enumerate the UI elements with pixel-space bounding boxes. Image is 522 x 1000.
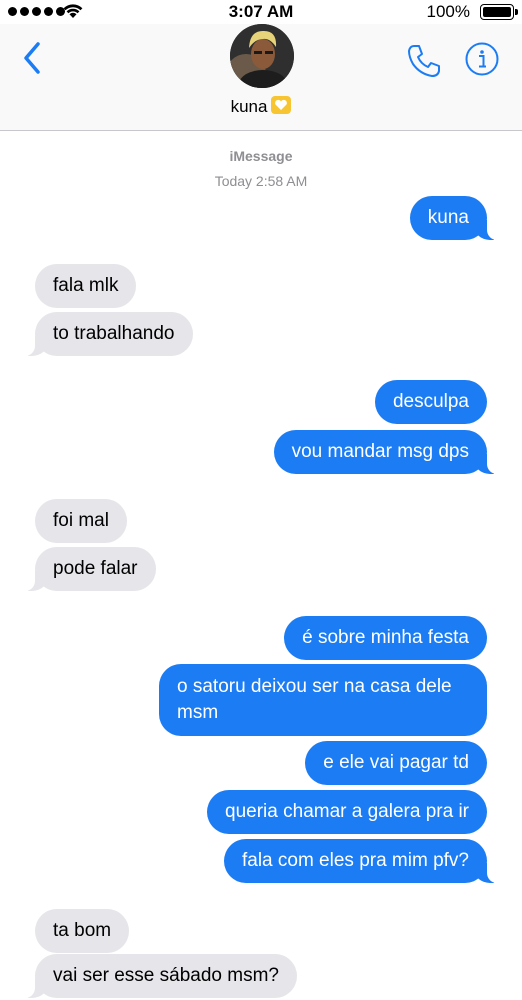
avatar[interactable] (230, 24, 294, 88)
message-bubble-sent[interactable]: é sobre minha festa (284, 616, 487, 660)
message-text: o satoru deixou ser na casa dele msm (177, 676, 452, 723)
message-bubble-received[interactable]: to trabalhando (9, 312, 193, 356)
battery-icon (480, 4, 518, 20)
message-bubble-sent[interactable]: desculpa (374, 380, 487, 424)
chevron-left-icon[interactable] (18, 38, 48, 78)
message-bubble-sent[interactable]: kuna (409, 196, 514, 240)
message-text: e ele vai pagar td (323, 752, 469, 773)
message-text: desculpa (392, 391, 469, 412)
message-bubble-sent[interactable]: o satoru deixou ser na casa dele msm (159, 664, 487, 736)
thread-timestamp: Today 2:58 AM (214, 173, 308, 189)
message-bubble-received[interactable]: vai ser esse sábado msm? (9, 954, 297, 998)
message-text: vou mandar msg dps (291, 441, 469, 462)
message-bubble-sent[interactable]: fala com eles pra mim pfv? (223, 839, 514, 883)
message-text: fala com eles pra mim pfv? (241, 850, 469, 871)
message-bubble-received[interactable]: pode falar (9, 547, 156, 591)
message-text: pode falar (53, 558, 138, 579)
message-bubble-received[interactable]: fala mlk (35, 264, 137, 308)
message-text: queria chamar a galera pra ir (225, 801, 469, 822)
message-bubble-received[interactable]: foi mal (35, 499, 127, 543)
yellow-heart-icon (271, 96, 292, 114)
conversation-header: kuna (0, 24, 522, 131)
message-bubble-received[interactable]: ta bom (35, 909, 130, 953)
info-icon[interactable] (465, 42, 499, 76)
message-text: vai ser esse sábado msm? (53, 965, 279, 986)
message-text: kuna (427, 207, 469, 228)
message-bubble-sent[interactable]: vou mandar msg dps (273, 430, 514, 474)
contact-photo (230, 24, 294, 88)
phone-icon[interactable] (405, 42, 443, 80)
contact-name-row[interactable]: kuna (0, 96, 522, 117)
message-text: é sobre minha festa (302, 627, 469, 648)
service-label: iMessage (229, 148, 293, 164)
battery-percentage: 100% (426, 2, 470, 21)
message-text: ta bom (53, 920, 112, 941)
message-text: foi mal (53, 510, 109, 531)
message-bubble-sent[interactable]: e ele vai pagar td (305, 741, 487, 785)
contact-name: kuna (230, 97, 268, 116)
message-bubble-sent[interactable]: queria chamar a galera pra ir (207, 790, 487, 834)
message-text: fala mlk (53, 275, 119, 296)
status-bar: 3:07 AM 100% (0, 0, 522, 24)
message-text: to trabalhando (53, 323, 175, 344)
